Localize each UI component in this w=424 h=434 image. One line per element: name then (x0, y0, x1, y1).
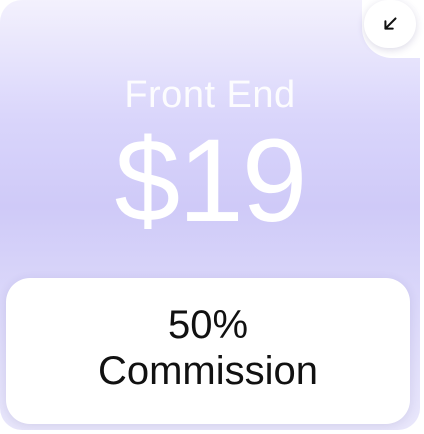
plan-title: Front End (124, 74, 296, 116)
arrow-down-left-icon (384, 17, 397, 30)
commission-label: Commission (97, 349, 319, 393)
pricing-card: Front End $19 50% Commission (0, 0, 420, 430)
collapse-button[interactable] (364, 0, 416, 48)
commission-percent: 50% (167, 303, 249, 347)
plan-price: $19 (114, 115, 308, 247)
commission-panel: 50% Commission (6, 278, 410, 424)
